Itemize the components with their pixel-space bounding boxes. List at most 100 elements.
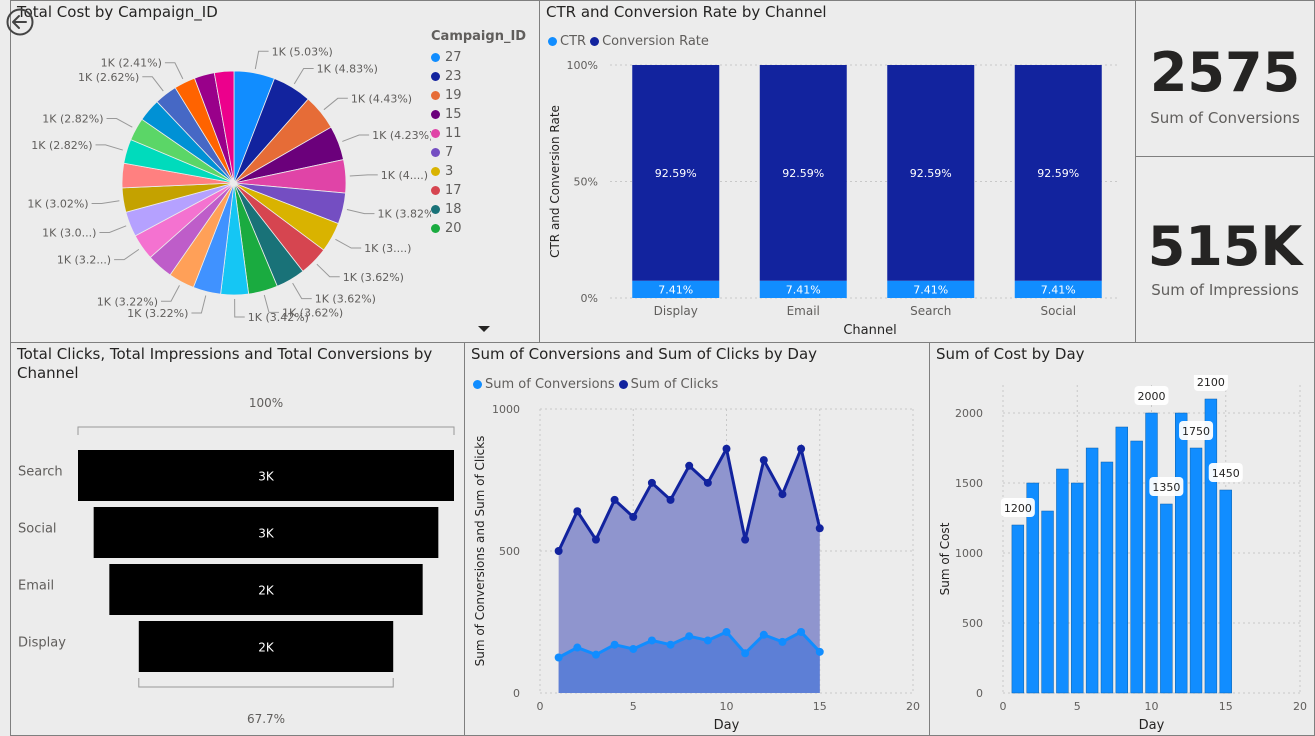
pie-legend-item[interactable]: 7 <box>431 145 526 160</box>
pie-legend-item[interactable]: 23 <box>431 69 526 84</box>
funnel-chart: 100% 3K Search 3K Social 2K Email 2K Display 67.7… <box>18 396 455 726</box>
pie-legend-item[interactable]: 20 <box>431 221 526 236</box>
clicks-point[interactable] <box>610 495 619 504</box>
cost-bar[interactable] <box>1100 461 1114 694</box>
cost-bar[interactable] <box>1145 412 1158 694</box>
pie-legend-item[interactable]: 11 <box>431 126 526 141</box>
ctr-bar-label: 7.41% <box>786 283 821 296</box>
pie-leader-line <box>161 285 180 302</box>
ctr-bar-label: 7.41% <box>913 283 948 296</box>
pie-legend-item[interactable]: 19 <box>431 88 526 103</box>
conversion-rate-bar-label: 92.59% <box>782 167 824 180</box>
clicks-point[interactable] <box>759 456 768 465</box>
cost-bar[interactable] <box>1041 510 1054 694</box>
conversions-point[interactable] <box>666 640 675 649</box>
funnel-category-label: Search <box>18 465 63 480</box>
clicks-point[interactable] <box>815 524 824 533</box>
pie-slice-label: 1K (3.2...) <box>57 254 111 267</box>
cost-bar[interactable] <box>1056 468 1069 694</box>
pie-legend-item[interactable]: 3 <box>431 164 526 179</box>
pie-slice-label: 1K (4.83%) <box>317 63 378 76</box>
cost-bar[interactable] <box>1071 482 1084 694</box>
ctr-legend-label: CTR <box>560 34 587 49</box>
cost-bar[interactable] <box>1175 412 1188 694</box>
conversions-point[interactable] <box>573 643 582 652</box>
funnel-bottom-percent: 67.7% <box>247 712 285 726</box>
legend-scroll-down-icon[interactable] <box>478 326 490 332</box>
cost-bar[interactable] <box>1130 440 1143 694</box>
pie-legend-item[interactable]: 18 <box>431 202 526 217</box>
clicks-point[interactable] <box>647 478 656 487</box>
clicks-point[interactable] <box>591 535 600 544</box>
line-legend-label: Sum of Clicks <box>630 377 719 392</box>
clicks-point[interactable] <box>797 444 806 453</box>
ctr-legend-item[interactable]: Conversion Rate <box>590 34 709 49</box>
line-x-tick: 10 <box>720 700 734 713</box>
cost-data-label: 1200 <box>1000 498 1035 517</box>
clicks-point[interactable] <box>685 461 694 470</box>
line-y-tick: 500 <box>499 545 520 558</box>
clicks-point[interactable] <box>741 535 750 544</box>
ctr-conversion-tile[interactable]: CTR and Conversion Rate by Channel CTR Co… <box>539 0 1136 343</box>
pie-legend-item[interactable]: 27 <box>431 50 526 65</box>
impressions-card[interactable]: 515K Sum of Impressions <box>1135 156 1315 343</box>
conversions-point[interactable] <box>685 632 694 641</box>
conversions-point[interactable] <box>554 653 563 662</box>
conversions-point[interactable] <box>591 650 600 659</box>
pie-slice-label: 1K (5.03%) <box>272 45 333 58</box>
pie-legend-item[interactable]: 17 <box>431 183 526 198</box>
line-legend-item[interactable]: Sum of Clicks <box>618 377 719 392</box>
pie-legend-dot <box>431 91 440 100</box>
conversions-point[interactable] <box>629 644 638 653</box>
pie-chart: 1K (5.03%) 1K (4.83%) 1K (4.43%) 1K (4.23%)… <box>27 45 431 324</box>
cost-bar[interactable] <box>1189 447 1203 694</box>
conversions-point[interactable] <box>610 640 619 649</box>
clicks-point[interactable] <box>554 547 563 555</box>
pie-chart-tile[interactable]: Total Cost by Campaign_ID 1K (5.03%) 1K (… <box>10 0 540 343</box>
clicks-point[interactable] <box>722 444 731 453</box>
cost-data-label-text: 1750 <box>1182 425 1210 438</box>
pie-slice-label: 1K (4.43%) <box>351 92 412 105</box>
pie-slice-label: 1K (3.22%) <box>97 295 158 308</box>
line-area-tile[interactable]: Sum of Conversions and Sum of Clicks by … <box>464 342 930 736</box>
back-arrow-icon[interactable] <box>6 8 34 36</box>
clicks-point[interactable] <box>573 507 582 516</box>
cost-bar[interactable] <box>1085 447 1099 694</box>
conversions-point[interactable] <box>797 627 806 636</box>
clicks-point[interactable] <box>703 478 712 487</box>
funnel-bar-label: 2K <box>258 584 275 598</box>
conversions-point[interactable] <box>741 649 750 658</box>
conversions-point[interactable] <box>647 636 656 645</box>
pie-legend-item[interactable]: 15 <box>431 107 526 122</box>
ctr-legend-item[interactable]: CTR <box>548 34 586 49</box>
funnel-tile[interactable]: Total Clicks, Total Impressions and Tota… <box>10 342 465 736</box>
ctr-legend-dot <box>590 37 600 46</box>
cost-bar[interactable] <box>1011 524 1025 694</box>
pie-chart-title: Total Cost by Campaign_ID <box>17 3 218 21</box>
pie-slice-label: 1K (3.22%) <box>127 307 188 320</box>
conversions-point[interactable] <box>759 630 768 639</box>
pie-leader-line <box>335 238 362 249</box>
conversions-card[interactable]: 2575 Sum of Conversions <box>1135 0 1315 157</box>
pie-slice-label: 1K (3.62%) <box>315 293 376 306</box>
conversions-point[interactable] <box>703 636 712 645</box>
cost-bar[interactable] <box>1219 489 1232 694</box>
funnel-top-percent: 100% <box>249 396 283 410</box>
ctr-x-tick: Search <box>910 304 951 318</box>
cost-tile[interactable]: Sum of Cost by Day 0 500 1000 1500 2000 0 5 10 1… <box>929 342 1315 736</box>
line-y-tick: 1000 <box>492 403 520 416</box>
line-x-tick: 15 <box>813 700 827 713</box>
cost-bar-chart: 0 500 1000 1500 2000 0 5 10 15 20 Sum of Cost Day 12… <box>938 375 1307 733</box>
conversions-point[interactable] <box>778 637 787 646</box>
line-chart-title: Sum of Conversions and Sum of Clicks by … <box>471 345 818 363</box>
line-legend-item[interactable]: Sum of Conversions <box>473 377 615 392</box>
cost-bar[interactable] <box>1115 426 1128 694</box>
pie-leader-line <box>323 97 348 111</box>
cost-bar[interactable] <box>1204 398 1218 694</box>
cost-bar[interactable] <box>1160 503 1173 694</box>
conversions-point[interactable] <box>815 647 824 656</box>
clicks-point[interactable] <box>629 512 638 521</box>
clicks-point[interactable] <box>666 495 675 504</box>
conversions-point[interactable] <box>722 627 731 636</box>
clicks-point[interactable] <box>778 490 787 499</box>
